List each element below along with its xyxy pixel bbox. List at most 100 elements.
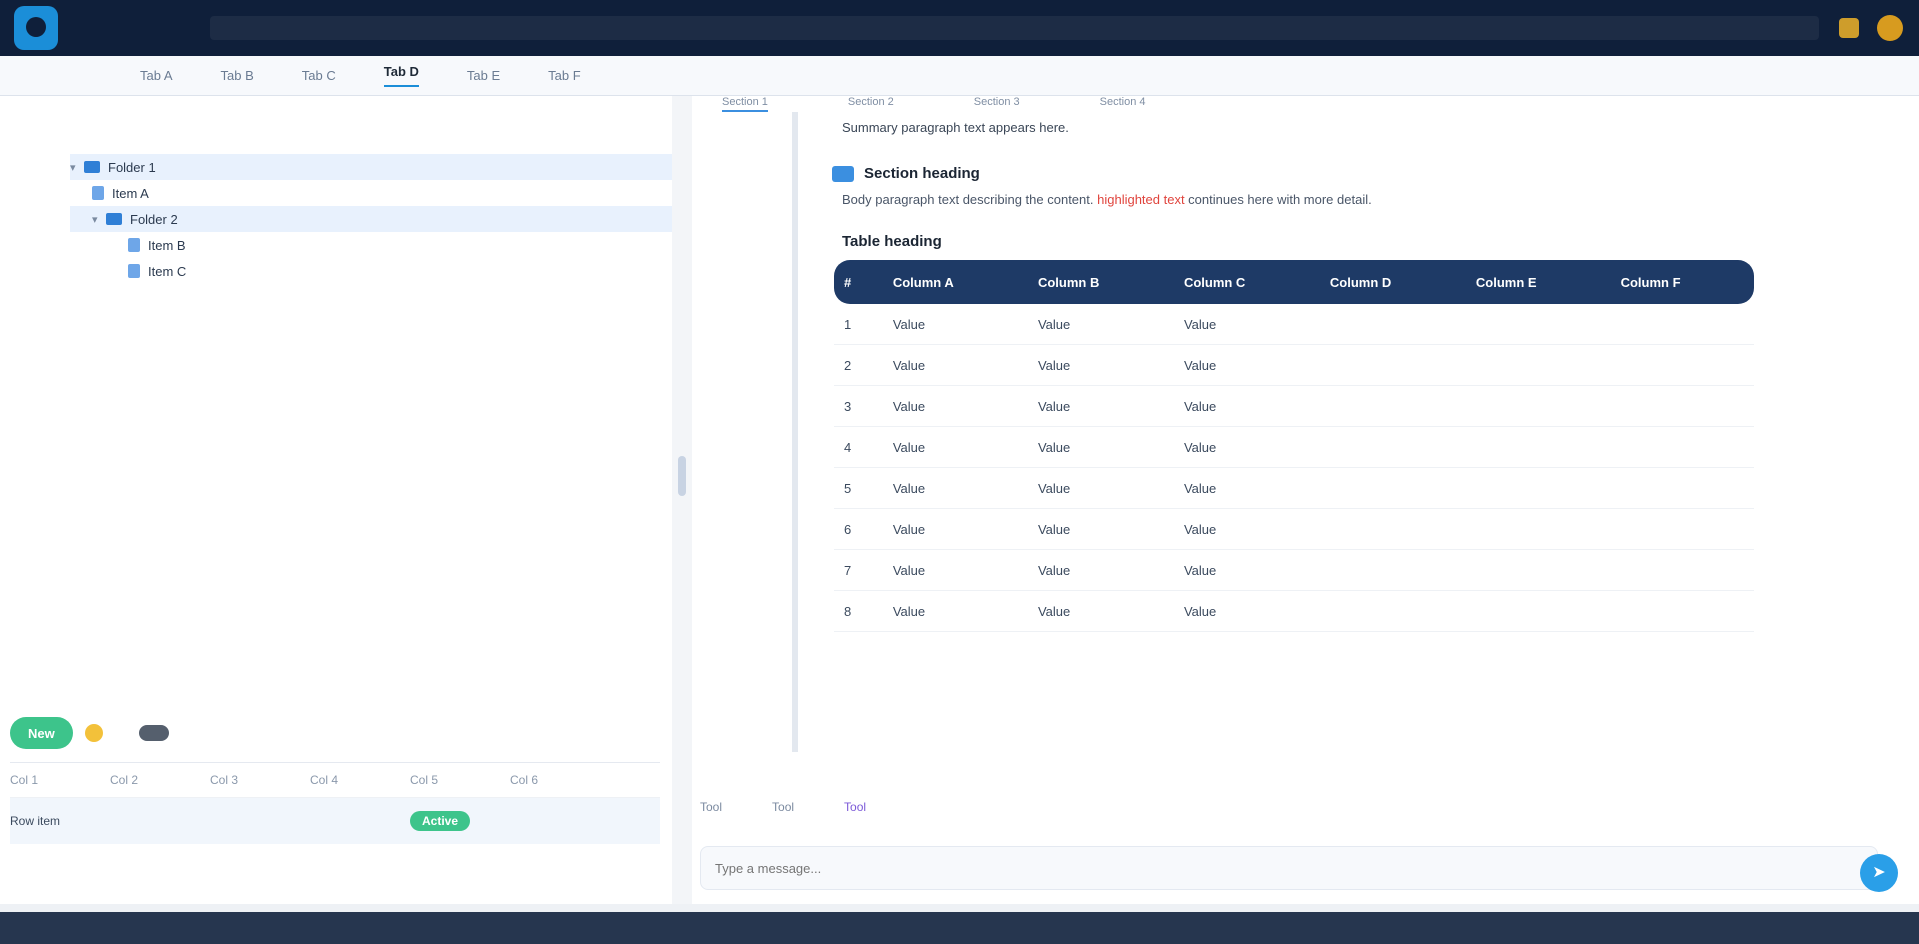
tab-b[interactable]: Tab B [221, 68, 254, 83]
document-body: Summary paragraph text appears here. Sec… [752, 112, 1902, 752]
table-row[interactable]: 4 Value Value Value [834, 427, 1754, 468]
tree-node[interactable]: ▾ Folder 1 [70, 154, 672, 180]
table-cell: Value [1173, 550, 1320, 591]
table-cell: Value [882, 468, 1028, 509]
table-cell: 4 [834, 427, 883, 468]
app-root: Tab A Tab B Tab C Tab D Tab E Tab F ▾ Fo… [0, 0, 1919, 944]
tree-node[interactable]: Item B [70, 232, 672, 258]
column-header: Col 5 [410, 773, 439, 787]
table-cell: Value [882, 591, 1028, 632]
tree-node[interactable]: Item C [70, 258, 672, 284]
tree-label: Item C [148, 263, 187, 279]
app-logo-icon[interactable] [14, 6, 58, 50]
table-cell [1465, 386, 1611, 427]
chat-tool-button[interactable]: Tool [772, 800, 794, 814]
cell: Row item [10, 814, 61, 828]
panel-splitter[interactable] [672, 96, 692, 904]
view-toggle[interactable] [138, 725, 169, 741]
table-cell [1465, 468, 1611, 509]
warning-icon[interactable] [84, 724, 103, 742]
file-icon [128, 264, 140, 278]
tab-a[interactable]: Tab A [140, 68, 173, 83]
tree-label: Item A [112, 185, 149, 201]
table-cell: Value [1173, 468, 1320, 509]
table-cell: 8 [834, 591, 883, 632]
table-cell [1319, 550, 1466, 591]
tree-node[interactable]: Item A [70, 180, 672, 206]
document-panel: Section 1 Section 2 Section 3 Section 4 … [692, 96, 1919, 904]
doc-tab[interactable]: Section 1 [722, 96, 768, 112]
table-title: Table heading [842, 233, 942, 250]
tab-f[interactable]: Tab F [548, 68, 581, 83]
table-cell [1319, 345, 1466, 386]
tree-label: Folder 1 [108, 159, 156, 175]
tree-node[interactable]: ▾ Folder 2 [70, 206, 672, 232]
main-tabs: Tab A Tab B Tab C Tab D Tab E Tab F [0, 56, 1919, 96]
column-header: # [834, 260, 883, 304]
table-cell [1319, 591, 1466, 632]
table-cell: Value [1027, 550, 1174, 591]
paragraph-text: Body paragraph text describing the conte… [842, 192, 1098, 207]
drag-handle[interactable] [678, 456, 686, 496]
tab-e[interactable]: Tab E [467, 68, 500, 83]
tab-d[interactable]: Tab D [383, 64, 419, 87]
table-row[interactable]: 3 Value Value Value [834, 386, 1754, 427]
chat-input[interactable] [700, 846, 1878, 890]
table-cell [1319, 509, 1466, 550]
table-body: 1 Value Value Value 2 Value Value Value 3 Value Va… [834, 304, 1754, 632]
table-header-row: # Column A Column B Column C Column D Co… [834, 260, 1754, 304]
body-paragraph: Body paragraph text describing the conte… [842, 190, 1892, 209]
table-row[interactable]: 1 Value Value Value [834, 304, 1754, 345]
global-search[interactable] [210, 16, 1819, 40]
table-row[interactable]: 5 Value Value Value [834, 468, 1754, 509]
chat-tool-button[interactable]: Tool [844, 800, 866, 814]
new-button[interactable]: New [10, 717, 73, 749]
table-cell [1465, 427, 1611, 468]
table-cell [1610, 509, 1754, 550]
send-icon[interactable]: ➤ [1860, 854, 1898, 892]
left-panel-header [0, 96, 672, 144]
table-cell [1465, 591, 1611, 632]
table-cell [1319, 427, 1466, 468]
table-cell: 1 [834, 304, 883, 345]
doc-tab[interactable]: Section 2 [848, 96, 894, 112]
table-cell: Value [882, 345, 1028, 386]
notification-icon[interactable] [1839, 18, 1859, 38]
table-cell: Value [882, 509, 1028, 550]
table-row[interactable]: Row item Active [10, 798, 660, 844]
status-bar [0, 912, 1919, 944]
table-cell: Value [882, 427, 1028, 468]
scroll-rail[interactable] [792, 112, 798, 752]
doc-tab[interactable]: Section 3 [974, 96, 1020, 112]
table-cell [1610, 468, 1754, 509]
chevron-down-icon[interactable]: ▾ [92, 213, 106, 226]
column-header: Column F [1610, 260, 1754, 304]
paragraph-text: continues here with more detail. [1184, 192, 1372, 207]
doc-tab[interactable]: Section 4 [1100, 96, 1146, 112]
table-cell [1610, 550, 1754, 591]
table-cell: Value [1173, 591, 1320, 632]
column-header: Column A [882, 260, 1028, 304]
avatar[interactable] [1877, 15, 1903, 41]
table-cell [1465, 345, 1611, 386]
chat-tool-button[interactable]: Tool [700, 800, 722, 814]
table-cell [1610, 304, 1754, 345]
column-header: Column D [1319, 260, 1466, 304]
table-cell: Value [1173, 304, 1320, 345]
highlighted-text[interactable]: highlighted text [1097, 192, 1184, 207]
table-cell: Value [882, 550, 1028, 591]
data-table: # Column A Column B Column C Column D Co… [834, 260, 1754, 632]
table-row[interactable]: 7 Value Value Value [834, 550, 1754, 591]
table-row[interactable]: 6 Value Value Value [834, 509, 1754, 550]
table-cell [1465, 304, 1611, 345]
tab-c[interactable]: Tab C [302, 68, 336, 83]
table-cell [1319, 386, 1466, 427]
table-cell: Value [1173, 509, 1320, 550]
table-cell: 6 [834, 509, 883, 550]
table-cell [1610, 591, 1754, 632]
document-tabs: Section 1 Section 2 Section 3 Section 4 [692, 96, 1919, 112]
table-row[interactable]: 2 Value Value Value [834, 345, 1754, 386]
table-row[interactable]: 8 Value Value Value [834, 591, 1754, 632]
chevron-down-icon[interactable]: ▾ [70, 161, 84, 174]
column-header: Col 4 [310, 773, 339, 787]
